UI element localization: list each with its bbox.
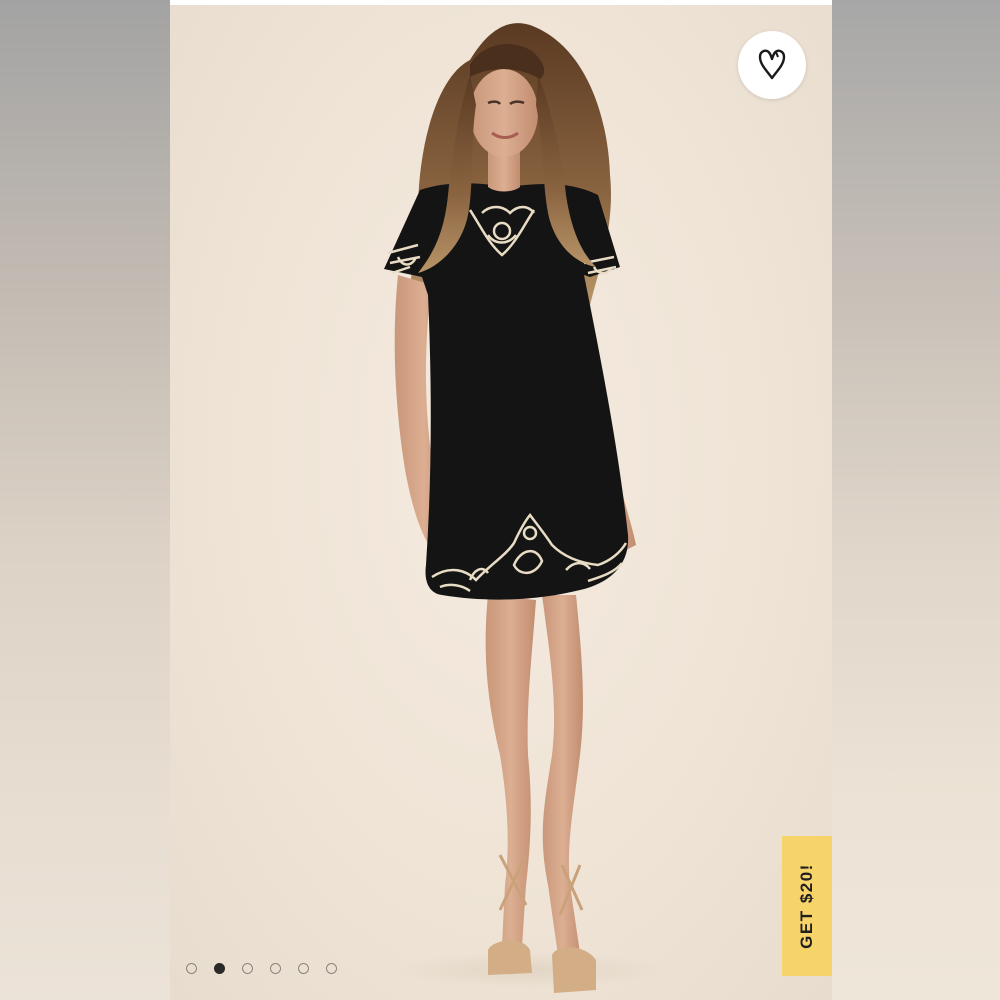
blurred-backdrop-left — [0, 0, 170, 1000]
get-20-promo-button[interactable]: GET $20! — [782, 836, 832, 976]
promo-label: GET $20! — [797, 863, 817, 949]
pagination-dot[interactable] — [326, 963, 337, 974]
pagination-dot[interactable] — [242, 963, 253, 974]
pagination-dot[interactable] — [186, 963, 197, 974]
product-image-viewer[interactable]: GET $20! — [170, 5, 832, 1000]
pagination-dot[interactable] — [270, 963, 281, 974]
blurred-backdrop-right — [832, 0, 1000, 1000]
heart-outline-icon — [758, 49, 786, 80]
pagination-dot[interactable] — [214, 963, 225, 974]
favorite-button[interactable] — [738, 31, 806, 99]
image-pagination — [186, 963, 337, 974]
product-photo — [384, 23, 670, 993]
pagination-dot[interactable] — [298, 963, 309, 974]
